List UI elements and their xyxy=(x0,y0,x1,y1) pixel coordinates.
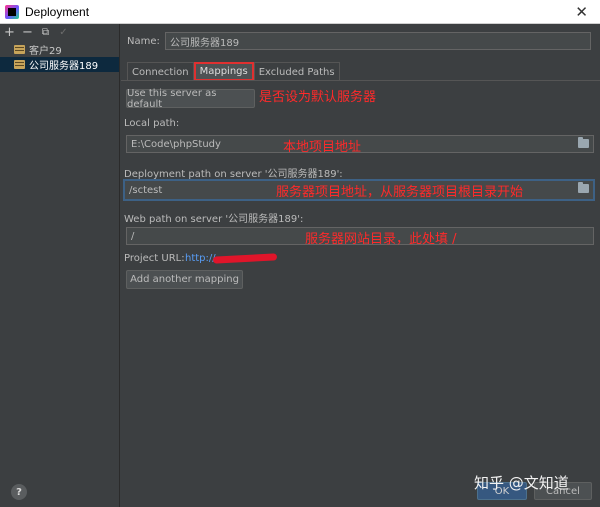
settings-tabs: Connection Mappings Excluded Paths xyxy=(127,62,340,81)
name-field[interactable]: 公司服务器189 xyxy=(165,32,591,50)
default-annotation: 是否设为默认服务器 xyxy=(259,90,377,105)
tab-label: Connection xyxy=(132,66,189,78)
remove-icon[interactable]: − xyxy=(22,26,33,40)
add-another-mapping-button[interactable]: Add another mapping xyxy=(126,270,243,289)
tab-label: Mappings xyxy=(199,66,248,77)
deployment-path-value: /sctest xyxy=(129,184,163,196)
title-bar: Deployment ✕ xyxy=(0,0,600,24)
web-path-value: / xyxy=(131,230,135,242)
server-icon xyxy=(14,60,25,69)
tab-divider xyxy=(121,80,600,81)
server-item-label: 客户29 xyxy=(29,46,62,57)
check-icon[interactable]: ✓ xyxy=(58,26,69,40)
web-path-label: Web path on server '公司服务器189': xyxy=(124,214,304,225)
folder-icon[interactable] xyxy=(578,137,589,148)
folder-icon[interactable] xyxy=(578,182,589,193)
name-label: Name: xyxy=(127,36,160,47)
local-path-value: E:\Code\phpStudy xyxy=(131,138,221,150)
tab-label: Excluded Paths xyxy=(258,66,335,78)
redaction-mark xyxy=(212,253,278,264)
copy-icon[interactable]: ⧉ xyxy=(40,26,51,40)
deployment-path-annotation: 服务器项目地址，从服务器项目根目录开始 xyxy=(276,185,524,200)
server-item-client29[interactable]: 客户29 xyxy=(0,42,119,57)
server-list-panel: + − ⧉ ✓ 客户29 公司服务器189 ? xyxy=(0,24,120,507)
server-item-label: 公司服务器189 xyxy=(29,61,99,72)
web-path-annotation: 服务器网站目录，此处填 / xyxy=(305,232,457,247)
name-value: 公司服务器189 xyxy=(170,37,240,49)
tab-mappings[interactable]: Mappings xyxy=(193,62,254,81)
tab-connection[interactable]: Connection xyxy=(127,62,194,81)
server-settings-panel: Name: 公司服务器189 Connection Mappings Exclu… xyxy=(121,24,600,507)
project-url-link[interactable]: http:// xyxy=(185,253,216,264)
use-as-default-button[interactable]: Use this server as default xyxy=(126,88,255,110)
window-title: Deployment xyxy=(25,4,90,19)
phpstorm-icon xyxy=(5,4,19,19)
server-item-company189[interactable]: 公司服务器189 xyxy=(0,57,119,72)
tab-excluded-paths[interactable]: Excluded Paths xyxy=(253,62,340,81)
add-icon[interactable]: + xyxy=(4,26,15,40)
local-path-annotation: 本地项目地址 xyxy=(283,140,362,155)
deployment-path-label: Deployment path on server '公司服务器189': xyxy=(124,169,343,180)
help-icon[interactable]: ? xyxy=(11,484,27,500)
project-url-label: Project URL: xyxy=(124,253,185,264)
local-path-label: Local path: xyxy=(124,118,180,129)
server-icon xyxy=(14,45,25,54)
watermark: 知乎 @文知道 xyxy=(474,474,569,492)
server-toolbar: + − ⧉ ✓ xyxy=(0,24,119,42)
close-icon[interactable]: ✕ xyxy=(575,3,588,21)
